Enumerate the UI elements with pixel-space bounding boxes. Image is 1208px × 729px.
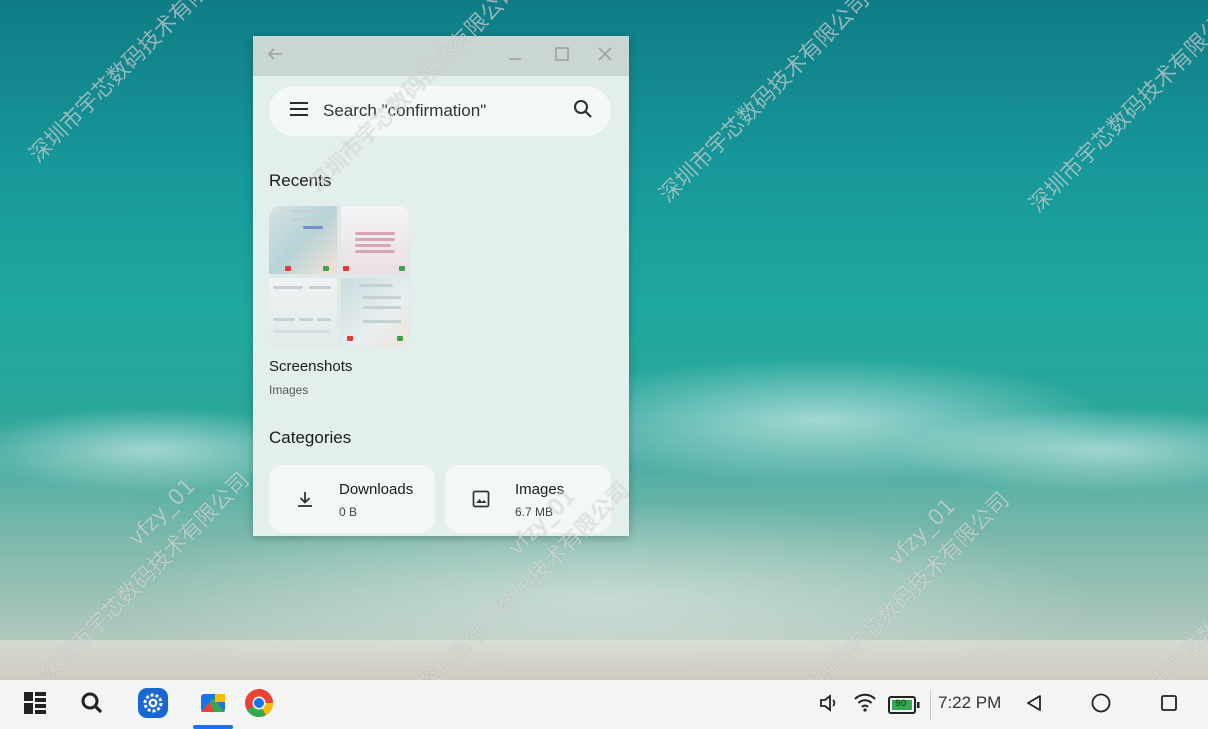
minimize-button[interactable] [501,42,529,70]
nav-back-button[interactable] [1017,688,1051,722]
maximize-button[interactable] [548,42,576,70]
search-query-text[interactable]: Search "confirmation" [323,101,571,121]
screenshot-thumb-1 [269,206,337,274]
categories-heading: Categories [269,428,352,447]
hamburger-menu-icon [289,101,309,122]
app-drawer-icon [22,690,48,721]
screenshot-thumb-4 [341,278,409,346]
active-app-indicator [193,725,233,729]
search-bar[interactable]: Search "confirmation" [269,86,611,136]
nav-home-button[interactable] [1084,688,1118,722]
recents-heading: Recents [269,171,332,190]
maximize-icon [554,46,570,67]
category-name: Downloads [339,481,414,498]
back-triangle-icon [1024,693,1044,718]
menu-button[interactable] [287,99,311,123]
volume-button[interactable] [812,688,846,722]
wifi-button[interactable] [848,688,882,722]
overview-square-icon [1159,693,1179,718]
category-name: Images [515,481,565,498]
close-button[interactable] [591,42,619,70]
download-icon [293,487,317,511]
clock[interactable]: 7:22 PM [938,693,1001,713]
minimize-icon [507,46,523,67]
files-icon [199,690,227,721]
category-images[interactable]: Images 6.7 MB [445,465,611,533]
files-app[interactable] [196,688,230,722]
volume-icon [818,692,840,719]
image-icon [469,487,493,511]
back-arrow-icon [266,45,284,68]
taskbar-divider [930,690,931,720]
back-button[interactable] [261,42,289,70]
album-name[interactable]: Screenshots [269,358,352,375]
settings-icon [137,687,169,724]
screenshot-thumb-3 [269,278,337,346]
battery-status[interactable]: 90 [884,688,924,722]
search-icon [573,99,593,124]
taskbar-search-button[interactable] [75,688,109,722]
album-type: Images [269,383,309,397]
category-size: 0 B [339,505,358,519]
category-size: 6.7 MB [515,505,554,519]
app-drawer-button[interactable] [18,688,52,722]
battery-icon: 90 [888,696,920,714]
files-app-window: Search "confirmation" Recents Screenshot… [253,36,629,536]
chrome-icon [244,688,274,723]
search-button[interactable] [571,99,595,123]
settings-app[interactable] [136,687,170,724]
wallpaper-shore [0,640,1208,680]
chrome-app[interactable] [242,688,276,722]
home-circle-icon [1090,692,1112,719]
taskbar: 90 7:22 PM [0,680,1208,729]
battery-level-text: 90 [895,699,907,709]
close-icon [597,46,613,67]
wifi-icon [854,693,876,718]
nav-overview-button[interactable] [1152,688,1186,722]
screenshot-thumb-2 [341,206,409,274]
category-downloads[interactable]: Downloads 0 B [269,465,435,533]
screenshots-album-thumbnail[interactable] [269,206,410,347]
search-icon [80,691,104,720]
window-titlebar[interactable] [253,36,629,76]
